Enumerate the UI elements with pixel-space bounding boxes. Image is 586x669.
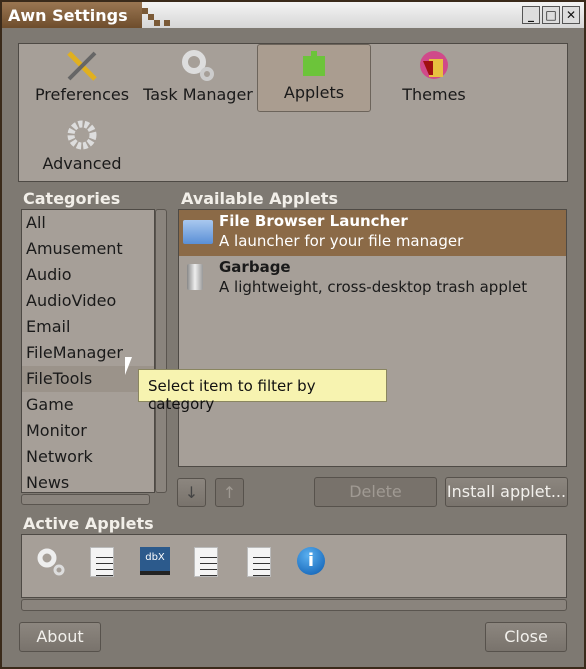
close-button[interactable]: Close <box>485 622 567 652</box>
categories-hscrollbar[interactable] <box>21 494 150 505</box>
tab-label: Advanced <box>42 154 122 173</box>
tab-label: Task Manager <box>143 85 253 104</box>
tooltip: Select item to filter by category <box>138 369 387 413</box>
paint-bucket-icon <box>377 47 491 85</box>
about-button[interactable]: About <box>19 622 101 652</box>
tab-themes[interactable]: Themes <box>377 47 491 115</box>
info-icon[interactable]: i <box>297 547 325 575</box>
gears-icon[interactable] <box>36 547 66 577</box>
applet-name: Garbage <box>219 258 291 276</box>
active-applets-header: Active Applets <box>23 514 154 533</box>
category-item[interactable]: FileTools <box>22 366 154 392</box>
categories-header: Categories <box>23 189 121 208</box>
gears-icon <box>141 47 255 85</box>
category-item[interactable]: FileManager <box>22 340 154 366</box>
section-toolbar: Preferences Task Manager Applets Themes … <box>18 43 568 182</box>
document-icon[interactable] <box>247 547 271 577</box>
puzzle-icon <box>258 45 370 83</box>
minimize-button[interactable]: _ <box>522 6 540 24</box>
category-item[interactable]: News <box>22 470 154 492</box>
folder-icon <box>183 220 213 244</box>
available-applets-header: Available Applets <box>181 189 338 208</box>
category-item[interactable]: All <box>22 210 154 236</box>
category-item[interactable]: Email <box>22 314 154 340</box>
mouse-cursor-icon <box>125 357 132 375</box>
applet-row[interactable]: File Browser Launcher A launcher for you… <box>179 210 566 256</box>
categories-list[interactable]: All Amusement Audio AudioVideo Email Fil… <box>21 209 155 493</box>
window-title: Awn Settings <box>2 2 142 28</box>
tab-advanced[interactable]: Advanced <box>25 116 139 184</box>
category-item[interactable]: Network <box>22 444 154 470</box>
categories-vscrollbar[interactable] <box>155 209 167 493</box>
move-down-button[interactable]: ↓ <box>177 478 206 507</box>
tab-preferences[interactable]: Preferences <box>25 47 139 115</box>
close-window-button[interactable]: ✕ <box>562 6 580 24</box>
document-icon[interactable] <box>90 547 114 577</box>
applet-description: A launcher for your file manager <box>219 232 464 250</box>
tab-label: Applets <box>283 83 345 102</box>
category-item[interactable]: Monitor <box>22 418 154 444</box>
install-applet-button[interactable]: Install applet... <box>445 477 568 507</box>
category-item[interactable]: AudioVideo <box>22 288 154 314</box>
tab-task-manager[interactable]: Task Manager <box>141 47 255 115</box>
available-applets-list[interactable]: File Browser Launcher A launcher for you… <box>178 209 567 467</box>
active-applets-hscrollbar[interactable] <box>21 599 567 611</box>
tab-applets[interactable]: Applets <box>257 44 371 112</box>
maximize-button[interactable]: □ <box>542 6 560 24</box>
document-icon[interactable] <box>194 547 218 577</box>
trash-icon <box>187 264 203 290</box>
delete-button[interactable]: Delete <box>314 477 437 507</box>
applet-description: A lightweight, cross-desktop trash apple… <box>219 278 528 296</box>
awn-settings-window: Awn Settings _ □ ✕ Preferences Task Mana… <box>0 0 586 669</box>
applet-name: File Browser Launcher <box>219 212 408 230</box>
tools-icon <box>25 47 139 85</box>
category-item[interactable]: Audio <box>22 262 154 288</box>
tab-label: Preferences <box>34 85 130 104</box>
title-bar[interactable]: Awn Settings _ □ ✕ <box>2 2 584 28</box>
applet-row[interactable]: Garbage A lightweight, cross-desktop tra… <box>179 256 566 302</box>
tab-label: Themes <box>402 85 466 104</box>
category-item[interactable]: Game <box>22 392 154 418</box>
move-up-button[interactable]: ↑ <box>215 478 244 507</box>
gear-icon <box>25 116 139 154</box>
category-item[interactable]: Amusement <box>22 236 154 262</box>
dbx-icon[interactable]: dbX <box>140 547 170 575</box>
